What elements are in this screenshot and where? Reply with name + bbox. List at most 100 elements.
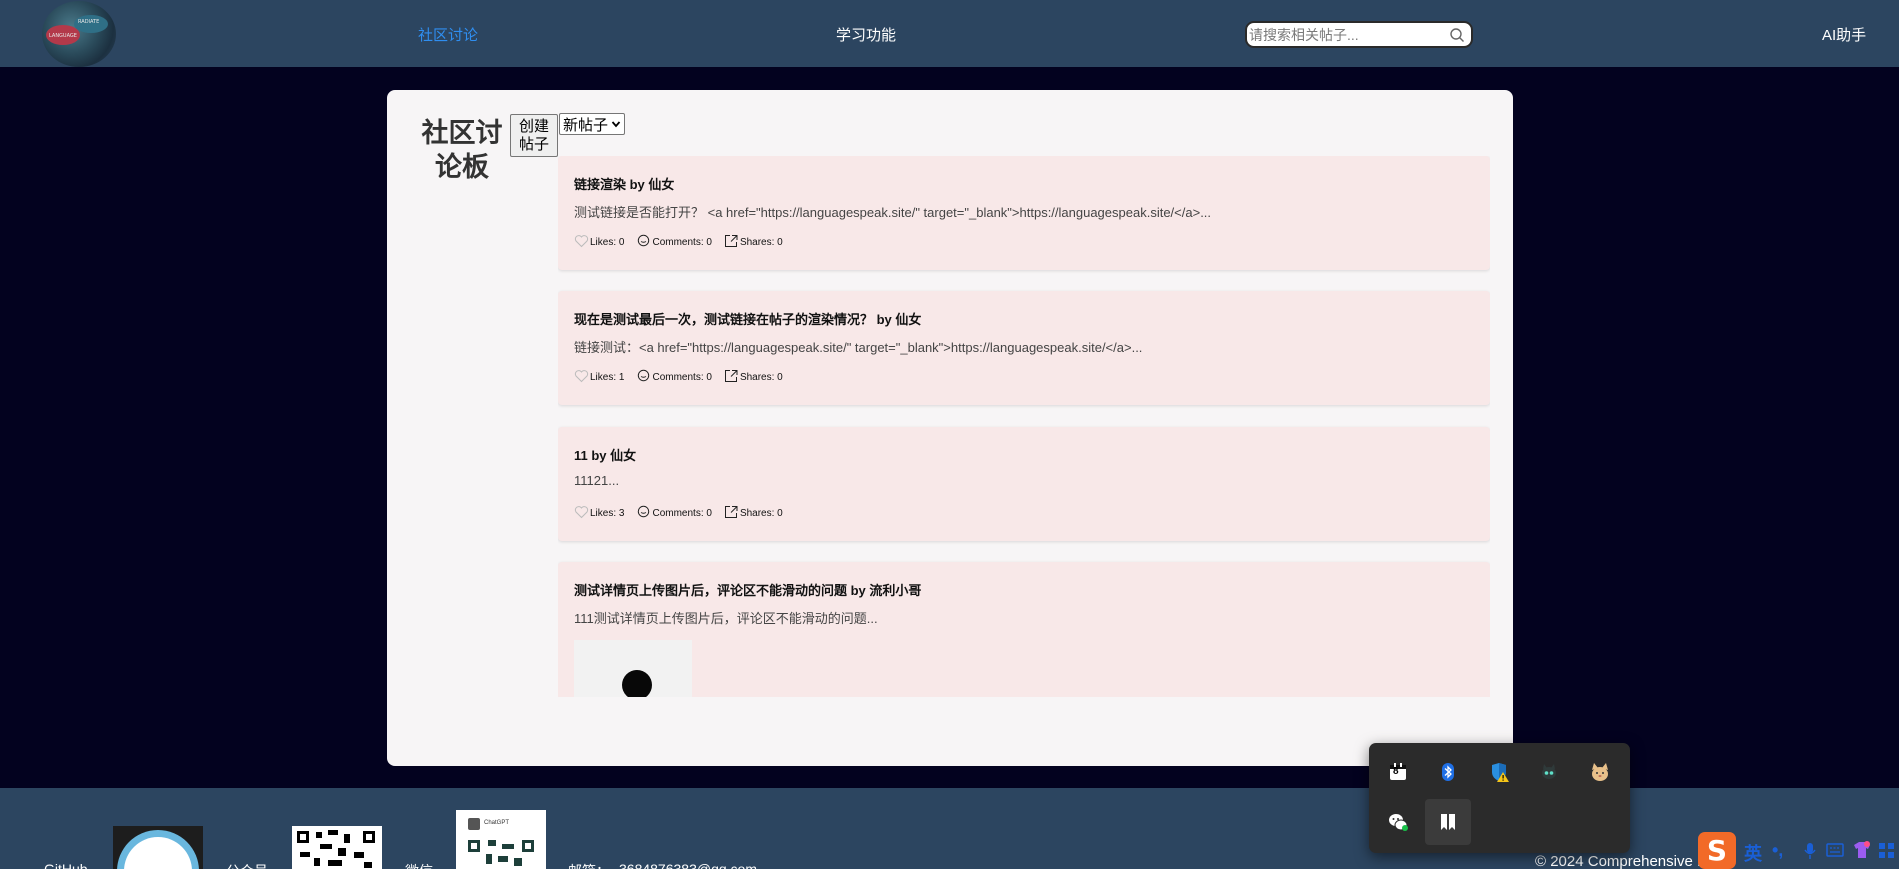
footer-email-value[interactable]: 3684876383@qq.com [619, 861, 757, 869]
share-icon [724, 370, 738, 382]
comments-button[interactable]: Comments: 0 [636, 369, 712, 383]
comments-count: Comments: 0 [652, 237, 712, 248]
chevron-down-icon [611, 121, 621, 128]
comment-icon [638, 505, 650, 518]
likes-count: Likes: 1 [590, 372, 625, 383]
top-nav: RADIATE LANGUAGE 社区讨论 学习功能 AI助手 [0, 0, 1899, 67]
comments-button[interactable]: Comments: 0 [636, 505, 712, 519]
ime-punctuation-toggle[interactable]: •, [1772, 840, 1783, 861]
comments-button[interactable]: Comments: 0 [636, 234, 712, 248]
system-tray-overflow: 8 [1369, 743, 1630, 853]
site-logo[interactable]: RADIATE LANGUAGE [42, 1, 116, 67]
heart-icon [574, 235, 589, 248]
likes-count: Likes: 0 [590, 237, 625, 248]
qr-cell [314, 858, 320, 866]
likes-button[interactable]: Likes: 1 [574, 369, 624, 383]
discussion-board-card: 社区讨论板 创建帖子 新帖子 链接渲染 by 仙女 测试链接是否能打开？ <a … [387, 90, 1513, 766]
nav-link-learning[interactable]: 学习功能 [836, 24, 896, 45]
post-excerpt: 11121... [574, 473, 620, 488]
heart-icon [574, 370, 589, 383]
keyboard-icon[interactable] [1826, 843, 1844, 857]
sogou-logo-icon[interactable]: S [1698, 832, 1736, 869]
footer-copyright: © 2024 Comprehensive In [1535, 853, 1710, 869]
skin-shirt-icon[interactable] [1852, 841, 1872, 859]
qr-cell [300, 852, 310, 857]
ime-language-toggle[interactable]: 英 [1744, 840, 1762, 866]
nav-link-community[interactable]: 社区讨论 [418, 24, 478, 45]
post-title[interactable]: 测试详情页上传图片后，评论区不能滑动的问题 by 流利小哥 [574, 580, 921, 599]
tray-bookmark-button[interactable] [1425, 799, 1471, 845]
footer-wechat-label: 微信 [405, 861, 433, 869]
qr-cell [338, 848, 346, 856]
tray-wechat-button[interactable] [1375, 799, 1421, 845]
wechat-icon [1389, 814, 1408, 831]
post-card[interactable]: 链接渲染 by 仙女 测试链接是否能打开？ <a href="https://l… [558, 156, 1490, 270]
post-excerpt: 测试链接是否能打开？ <a href="https://languagespea… [574, 205, 1212, 220]
post-card[interactable]: 11 by 仙女 11121... Likes: 3 Comments: 0 S… [558, 427, 1490, 541]
shares-count: Shares: 0 [739, 237, 783, 248]
shares-button[interactable]: Shares: 0 [724, 234, 783, 248]
github-avatar-image[interactable] [113, 826, 203, 869]
tray-app-button[interactable] [1526, 749, 1572, 795]
qr-cell [502, 844, 514, 849]
likes-count: Likes: 3 [590, 508, 625, 519]
calendar-number: 8 [1393, 766, 1399, 777]
post-title[interactable]: 现在是测试最后一次，测试链接在帖子的渲染情况？ by 仙女 [574, 309, 921, 328]
post-stats: Likes: 1 Comments: 0 Shares: 0 [574, 369, 783, 383]
logo-text-top: RADIATE [78, 19, 100, 25]
qr-finder [297, 831, 309, 843]
nav-link-ai-assistant[interactable]: AI助手 [1822, 24, 1866, 45]
likes-button[interactable]: Likes: 3 [574, 505, 624, 519]
post-title[interactable]: 链接渲染 by 仙女 [574, 174, 674, 193]
shares-count: Shares: 0 [739, 508, 783, 519]
create-post-button[interactable]: 创建帖子 [510, 114, 558, 157]
share-icon [724, 235, 738, 247]
comments-count: Comments: 0 [652, 508, 712, 519]
qr-finder [522, 840, 534, 852]
footer-email-label: 邮箱： [568, 861, 610, 869]
post-card[interactable]: 测试详情页上传图片后，评论区不能滑动的问题 by 流利小哥 111测试详情页上传… [558, 562, 1490, 697]
security-warning-icon [1492, 763, 1509, 782]
comment-icon [638, 234, 650, 247]
qr-cell [364, 862, 372, 868]
post-card[interactable]: 现在是测试最后一次，测试链接在帖子的渲染情况？ by 仙女 链接测试：<a hr… [558, 291, 1490, 405]
post-excerpt: 111测试详情页上传图片后，评论区不能滑动的问题... [574, 611, 878, 626]
search-icon[interactable] [1449, 27, 1465, 43]
qr-cell [486, 854, 492, 864]
qr-cell [344, 834, 350, 843]
shares-count: Shares: 0 [739, 372, 783, 383]
tray-calendar-button[interactable]: 8 [1375, 749, 1421, 795]
tray-app2-button[interactable] [1577, 749, 1623, 795]
qr-cell [328, 860, 342, 866]
post-excerpt: 链接测试：<a href="https://languagespeak.site… [574, 340, 1143, 355]
sort-selected-value: 新帖子 [563, 116, 609, 134]
qr-cell [316, 832, 322, 838]
shares-button[interactable]: Shares: 0 [724, 505, 783, 519]
qr-cell [354, 852, 364, 858]
qr-caption: ChatGPT [484, 820, 510, 826]
wechat-qr-code: ChatGPT [456, 810, 546, 869]
post-title[interactable]: 11 by 仙女 [574, 445, 636, 464]
post-image-thumbnail[interactable] [574, 640, 692, 697]
ime-toolbar: S 英 •, [1698, 832, 1899, 869]
toolbox-grid-icon[interactable] [1878, 842, 1896, 860]
footer-github-label: GitHub [44, 861, 88, 869]
post-stats: Likes: 3 Comments: 0 Shares: 0 [574, 505, 783, 519]
microphone-icon[interactable] [1804, 842, 1816, 860]
likes-button[interactable]: Likes: 0 [574, 234, 624, 248]
qr-finder [468, 840, 480, 852]
bluetooth-icon [1442, 763, 1454, 781]
qr-finder [363, 831, 375, 843]
sort-select[interactable]: 新帖子 [559, 113, 626, 135]
search-box [1245, 21, 1473, 48]
share-icon [724, 506, 738, 518]
post-list[interactable]: 链接渲染 by 仙女 测试链接是否能打开？ <a href="https://l… [558, 156, 1490, 697]
tray-bluetooth-button[interactable] [1425, 749, 1471, 795]
tray-security-button[interactable] [1476, 749, 1522, 795]
comments-count: Comments: 0 [652, 372, 712, 383]
search-input[interactable] [1249, 25, 1449, 45]
footer-gzh-label: 公众号 [226, 861, 268, 869]
shares-button[interactable]: Shares: 0 [724, 369, 783, 383]
post-stats: Likes: 0 Comments: 0 Shares: 0 [574, 234, 783, 248]
qr-cell [320, 844, 332, 849]
